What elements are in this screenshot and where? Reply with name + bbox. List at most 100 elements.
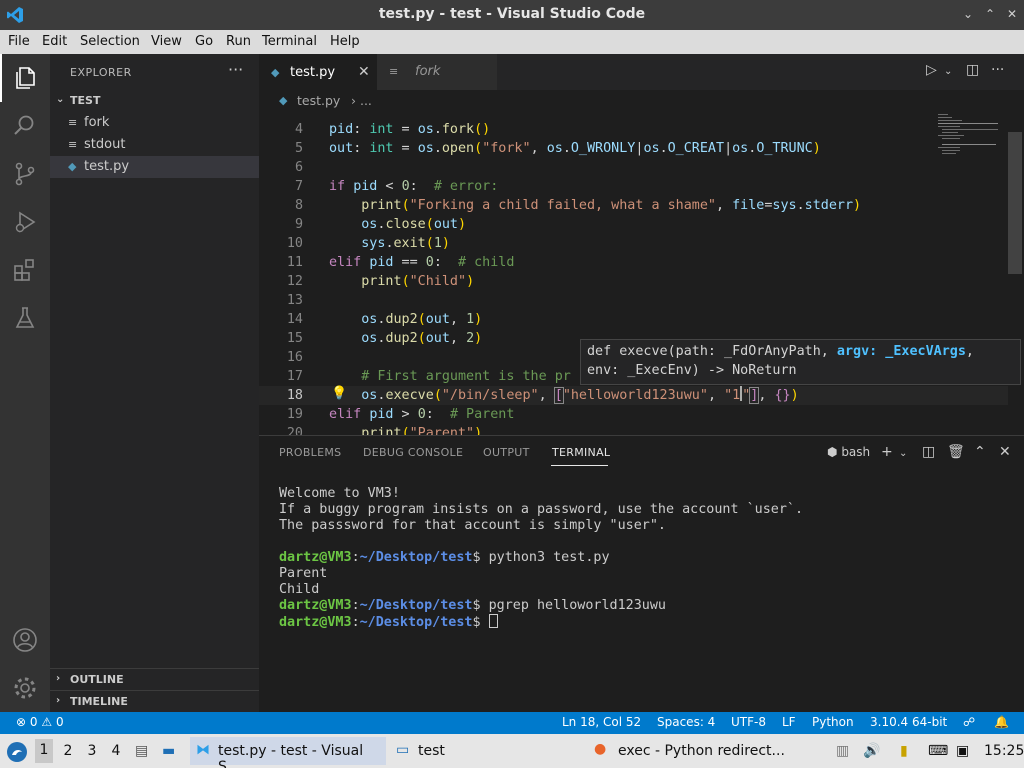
split-terminal-icon[interactable]: ◫ (922, 444, 935, 460)
timeline-section[interactable]: › TIMELINE (50, 690, 259, 712)
volume-icon[interactable]: 🔊 (863, 743, 880, 759)
bottom-panel: PROBLEMS DEBUG CONSOLE OUTPUT TERMINAL ⬢… (259, 435, 1024, 712)
menu-selection[interactable]: Selection (80, 34, 140, 49)
breadcrumb-file[interactable]: test.py (297, 93, 340, 108)
task-folder[interactable]: ▭ test (392, 737, 542, 765)
feedback-icon[interactable]: ☍ (963, 715, 975, 729)
menu-run[interactable]: Run (226, 34, 251, 49)
file-manager-icon[interactable]: ▤ (135, 743, 148, 759)
file-fork[interactable]: ≡ fork (50, 112, 259, 134)
menu-view[interactable]: View (151, 34, 182, 49)
file-lines-icon: ≡ (389, 65, 399, 78)
more-editor-actions-icon[interactable]: ··· (991, 62, 1004, 78)
menu-file[interactable]: File (8, 34, 30, 49)
chevron-right-icon: › (56, 673, 61, 684)
source-control-button[interactable] (0, 150, 50, 198)
manage-button[interactable] (0, 664, 50, 712)
encoding[interactable]: UTF-8 (731, 715, 766, 729)
gear-icon (14, 677, 36, 699)
breadcrumb: ◆ test.py › ... (259, 90, 1024, 112)
minimize-icon[interactable]: ⌄ (960, 6, 976, 22)
network-icon[interactable]: ▣ (956, 743, 969, 759)
terminal-prompt-line: dartz@VM3:~/Desktop/test$ python3 test.p… (279, 550, 610, 565)
indentation[interactable]: Spaces: 4 (657, 715, 715, 729)
tab-terminal[interactable]: TERMINAL (552, 446, 610, 459)
file-test-py[interactable]: ◆ test.py (50, 156, 259, 178)
terminal-cursor (488, 614, 498, 628)
cursor-position[interactable]: Ln 18, Col 52 (562, 715, 641, 729)
language-mode[interactable]: Python (812, 715, 854, 729)
explorer-button[interactable] (0, 54, 50, 102)
sidebar-title: EXPLORER (70, 66, 132, 79)
maximize-panel-icon[interactable]: ⌃ (974, 444, 986, 460)
clock[interactable]: 15:25 (984, 743, 1024, 759)
task-firefox[interactable]: ● exec - Python redirect... (590, 737, 810, 765)
terminal-output[interactable]: Welcome to VM3! If a buggy program insis… (279, 486, 1019, 630)
python-file-icon: ◆ (271, 66, 280, 79)
outline-section[interactable]: › OUTLINE (50, 668, 259, 690)
end-of-line[interactable]: LF (782, 715, 796, 729)
testing-button[interactable] (0, 294, 50, 342)
python-interpreter[interactable]: 3.10.4 64-bit (870, 715, 947, 729)
file-lines-icon: ≡ (68, 138, 78, 151)
extensions-button[interactable] (0, 246, 50, 294)
close-icon[interactable]: ✕ (1004, 6, 1020, 22)
text-cursor (740, 386, 743, 401)
maximize-icon[interactable]: ⌃ (982, 6, 998, 22)
menu-edit[interactable]: Edit (42, 34, 67, 49)
minimap[interactable] (936, 112, 1006, 172)
breadcrumb-rest[interactable]: › ... (351, 93, 372, 108)
workspace-1[interactable]: 1 (35, 739, 53, 763)
menu-terminal[interactable]: Terminal (262, 34, 317, 49)
clipboard-icon[interactable]: ▮ (900, 743, 908, 759)
code-line: 19 elif pid > 0: # Parent (286, 407, 515, 422)
close-tab-icon[interactable]: ✕ (358, 64, 370, 80)
workspace-2[interactable]: 2 (59, 743, 77, 759)
code-line: 8 print("Forking a child failed, what a … (294, 198, 862, 213)
code-editor[interactable]: 4 pid: int = os.fork() 5 out: int = os.ope… (259, 112, 1024, 435)
terminal-shell-selector[interactable]: ⬢ bash (827, 445, 870, 459)
menu-go[interactable]: Go (195, 34, 213, 49)
tab-output[interactable]: OUTPUT (483, 446, 530, 459)
split-editor-icon[interactable]: ◫ (966, 62, 979, 78)
shell-icon: ⬢ (827, 445, 838, 459)
scroll-lock-icon[interactable]: ▥ (836, 743, 849, 759)
lightbulb-icon[interactable]: 💡 (331, 386, 347, 401)
workspace-4[interactable]: 4 (107, 743, 125, 759)
desktop-taskbar: 1 2 3 4 ▤ ▬ ⧓ test.py - test - Visual S.… (0, 734, 1024, 768)
bell-icon[interactable]: 🔔 (994, 715, 1009, 729)
show-desktop-icon[interactable]: ▬ (162, 743, 175, 759)
editor-scrollbar[interactable] (1008, 112, 1022, 435)
more-actions-icon[interactable]: ··· (228, 60, 243, 79)
terminal-prompt-line: dartz@VM3:~/Desktop/test$ pgrep hellowor… (279, 598, 666, 613)
menu-help[interactable]: Help (330, 34, 360, 49)
file-stdout[interactable]: ≡ stdout (50, 134, 259, 156)
file-lines-icon: ≡ (68, 116, 78, 129)
run-debug-button[interactable] (0, 198, 50, 246)
task-vscode[interactable]: ⧓ test.py - test - Visual S... (190, 737, 386, 768)
testing-icon (15, 307, 35, 328)
run-file-icon[interactable]: ▷ (926, 62, 937, 78)
tab-test-py[interactable]: ◆ test.py ✕ (259, 54, 377, 90)
run-dropdown-icon[interactable]: ⌄ (944, 66, 952, 77)
folder-test[interactable]: ⌄ TEST (50, 90, 259, 112)
code-line: 13 (286, 293, 303, 308)
code-line: 14 os.dup2(out, 1) (286, 312, 483, 327)
search-button[interactable] (0, 102, 50, 150)
folder-icon: ▭ (396, 742, 410, 758)
activity-bar (0, 54, 50, 712)
workspace-3[interactable]: 3 (83, 743, 101, 759)
terminal-dropdown-icon[interactable]: ⌄ (899, 448, 907, 459)
problems-status[interactable]: ⊗ 0 ⚠ 0 (16, 715, 64, 729)
new-terminal-icon[interactable]: + (881, 444, 893, 460)
start-menu-icon[interactable] (6, 741, 28, 763)
tab-problems[interactable]: PROBLEMS (279, 446, 341, 459)
close-panel-icon[interactable]: ✕ (999, 444, 1011, 460)
accounts-button[interactable] (0, 616, 50, 664)
tab-fork[interactable]: ≡ fork (377, 54, 497, 90)
code-line: 12 print("Child") (286, 274, 475, 289)
scrollbar-thumb[interactable] (1008, 132, 1022, 274)
trash-icon[interactable]: 🗑 (947, 444, 965, 460)
tab-debug-console[interactable]: DEBUG CONSOLE (363, 446, 463, 459)
keyboard-icon[interactable]: ⌨ (928, 743, 948, 759)
